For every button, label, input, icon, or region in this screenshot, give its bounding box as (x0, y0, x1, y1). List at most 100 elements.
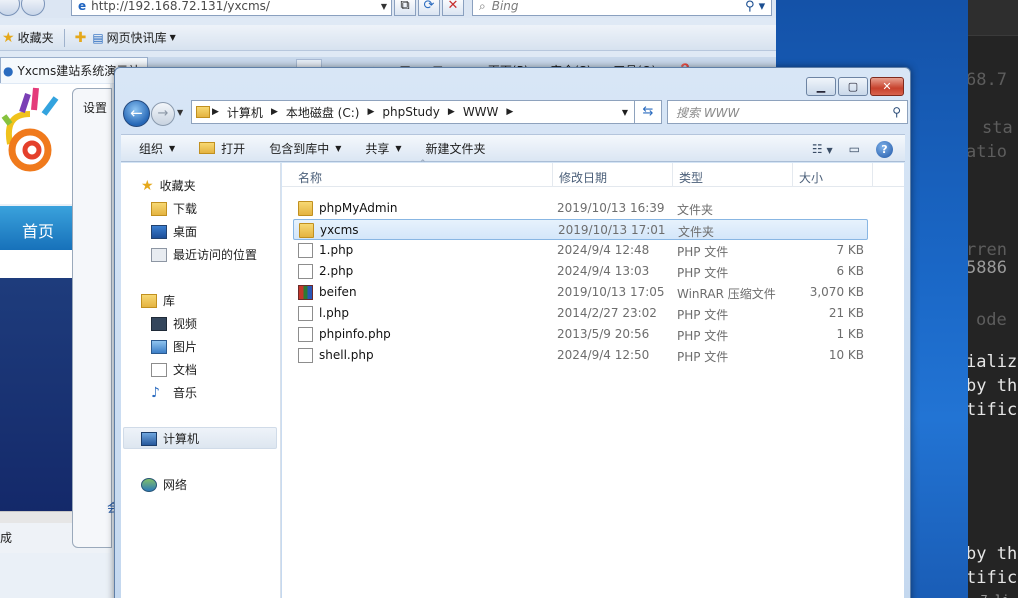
explorer-titlebar[interactable]: ▁ ▢ ✕ (115, 68, 910, 100)
include-in-library-button[interactable]: 包含到库中 ▼ (259, 136, 351, 160)
divider (63, 28, 65, 47)
stop-button[interactable]: ✕ (442, 0, 464, 16)
column-size[interactable]: 大小 (799, 169, 823, 186)
explorer-window: ▁ ▢ ✕ ← → ▼ ▶ 计算机 ▶ 本地磁盘 (C:) ▶ phpStudy… (114, 67, 911, 598)
chevron-right-icon[interactable]: ▶ (504, 107, 515, 117)
recent-places-icon (151, 247, 167, 262)
terminal-line: by th (968, 544, 1018, 564)
nav-videos[interactable]: 视频 (151, 315, 197, 332)
browser-back-button[interactable] (0, 0, 20, 16)
videos-icon (151, 316, 167, 331)
compat-view-button[interactable]: ⧉ (394, 0, 416, 16)
folder-icon (299, 223, 314, 238)
file-row[interactable]: beifen 2019/10/13 17:05 WinRAR 压缩文件 3,07… (293, 282, 868, 303)
terminal-line: 5886 (968, 258, 1007, 278)
back-button[interactable]: ← (123, 100, 150, 127)
breadcrumb-computer[interactable]: 计算机 (221, 104, 269, 121)
file-icon (298, 348, 313, 363)
nav-documents[interactable]: 文档 (151, 361, 197, 378)
chevron-down-icon[interactable]: ▼ (377, 2, 391, 11)
maximize-button[interactable]: ▢ (838, 77, 868, 96)
recent-pages-dropdown[interactable]: ▼ (177, 108, 183, 117)
add-favorite-icon[interactable]: ✚ (75, 30, 87, 46)
file-row[interactable]: l.php 2014/2/27 23:02 PHP 文件 21 KB (293, 303, 868, 324)
breadcrumb-drive-c[interactable]: 本地磁盘 (C:) (280, 104, 366, 121)
share-button[interactable]: 共享 ▼ (355, 136, 411, 160)
search-placeholder: Bing (491, 0, 519, 13)
downloads-icon (151, 201, 167, 216)
address-bar[interactable]: e http://192.168.72.131/yxcms/ ▼ (71, 0, 392, 16)
nav-downloads[interactable]: 下载 (151, 200, 197, 217)
nav-network[interactable]: 网络 (141, 476, 187, 493)
file-row[interactable]: 2.php 2024/9/4 13:03 PHP 文件 6 KB (293, 261, 868, 282)
file-row[interactable]: phpinfo.php 2013/5/9 20:56 PHP 文件 1 KB (293, 324, 868, 345)
new-folder-button[interactable]: 新建文件夹 (416, 136, 496, 160)
help-icon[interactable]: ? (876, 140, 893, 158)
network-icon (141, 477, 157, 492)
site-banner (0, 278, 74, 512)
nav-recent-places[interactable]: 最近访问的位置 (151, 246, 257, 263)
terminal-line: atio (968, 142, 1007, 162)
favorites-label: 收藏夹 (17, 31, 54, 45)
nav-home-link[interactable]: 首页 (22, 218, 54, 242)
chevron-right-icon[interactable]: ▶ (269, 107, 280, 117)
refresh-button[interactable]: ⟳ (418, 0, 440, 16)
preview-pane-icon[interactable]: ▭ (849, 142, 860, 156)
chevron-right-icon[interactable]: ▶ (210, 107, 221, 117)
file-list-pane: ⌃ 名称 修改日期 类型 大小 phpMyAdmin 2019/10/13 16… (282, 159, 904, 598)
open-button[interactable]: 打开 (189, 136, 255, 160)
settings-panel: 设置 会 (72, 88, 119, 548)
folder-icon (298, 201, 313, 216)
explorer-navbar: ← → ▼ ▶ 计算机 ▶ 本地磁盘 (C:) ▶ phpStudy ▶ WWW… (121, 98, 908, 130)
file-row[interactable]: phpMyAdmin 2019/10/13 16:39 文件夹 (293, 198, 868, 219)
view-options-icon[interactable]: ☷ ▼ (812, 142, 833, 156)
breadcrumb-www[interactable]: WWW (457, 105, 505, 119)
browser-search-box[interactable]: ⌕ Bing ⚲ ▾ (472, 0, 772, 16)
close-button[interactable]: ✕ (870, 77, 904, 96)
organize-button[interactable]: 组织 ▼ (129, 136, 185, 160)
file-row[interactable]: shell.php 2024/9/4 12:50 PHP 文件 10 KB (293, 345, 868, 366)
file-icon (298, 306, 313, 321)
nav-computer[interactable]: 计算机 (141, 430, 199, 447)
breadcrumb-phpstudy[interactable]: phpStudy (376, 105, 446, 119)
terminal-window[interactable]: 68.7 sta atio rren 5886 ode ializ by th … (968, 0, 1018, 598)
chevron-down-icon: ▼ (169, 33, 176, 42)
chevron-right-icon[interactable]: ▶ (446, 107, 457, 117)
column-date[interactable]: 修改日期 (559, 169, 607, 186)
search-icon[interactable]: ⚲ ▾ (745, 0, 771, 14)
column-name[interactable]: 名称 (298, 169, 322, 186)
file-row[interactable]: yxcms 2019/10/13 17:01 文件夹 (293, 219, 868, 240)
favorites-button[interactable]: ★ 收藏夹 (2, 29, 54, 46)
terminal-line: by th (968, 376, 1018, 396)
column-divider[interactable] (672, 163, 673, 187)
folder-icon (196, 106, 210, 118)
logo-icon (1, 87, 59, 172)
terminal-line: ializ (968, 352, 1018, 372)
explorer-search-input[interactable]: 搜索 WWW ⚲ (667, 100, 908, 124)
nav-libraries[interactable]: 库 (141, 292, 175, 309)
column-divider[interactable] (872, 163, 873, 187)
nav-desktop[interactable]: 桌面 (151, 223, 197, 240)
chevron-right-icon[interactable]: ▶ (365, 107, 376, 117)
column-divider[interactable] (792, 163, 793, 187)
terminal-header (968, 0, 1018, 36)
nav-music[interactable]: ♪ 音乐 (151, 384, 197, 401)
search-icon[interactable]: ⚲ (892, 105, 901, 119)
nav-pictures[interactable]: 图片 (151, 338, 197, 355)
column-divider[interactable] (552, 163, 553, 187)
minimize-button[interactable]: ▁ (806, 77, 836, 96)
music-icon: ♪ (151, 384, 160, 401)
desktop-icon (151, 224, 167, 239)
webslice-gallery-button[interactable]: ▤ 网页快讯库 ▼ (92, 29, 176, 46)
refresh-button[interactable]: ⇆ (635, 100, 662, 124)
chevron-down-icon[interactable]: ▼ (622, 108, 628, 117)
documents-icon (151, 362, 167, 377)
breadcrumb[interactable]: ▶ 计算机 ▶ 本地磁盘 (C:) ▶ phpStudy ▶ WWW ▶ ▼ (191, 100, 635, 124)
terminal-line: tific (968, 400, 1018, 420)
column-type[interactable]: 类型 (679, 169, 703, 186)
file-row[interactable]: 1.php 2024/9/4 12:48 PHP 文件 7 KB (293, 240, 868, 261)
nav-favorites[interactable]: ★ 收藏夹 (141, 177, 196, 194)
browser-forward-button[interactable] (21, 0, 45, 16)
forward-button[interactable]: → (151, 102, 175, 126)
search-provider-icon: ⌕ (479, 0, 486, 13)
